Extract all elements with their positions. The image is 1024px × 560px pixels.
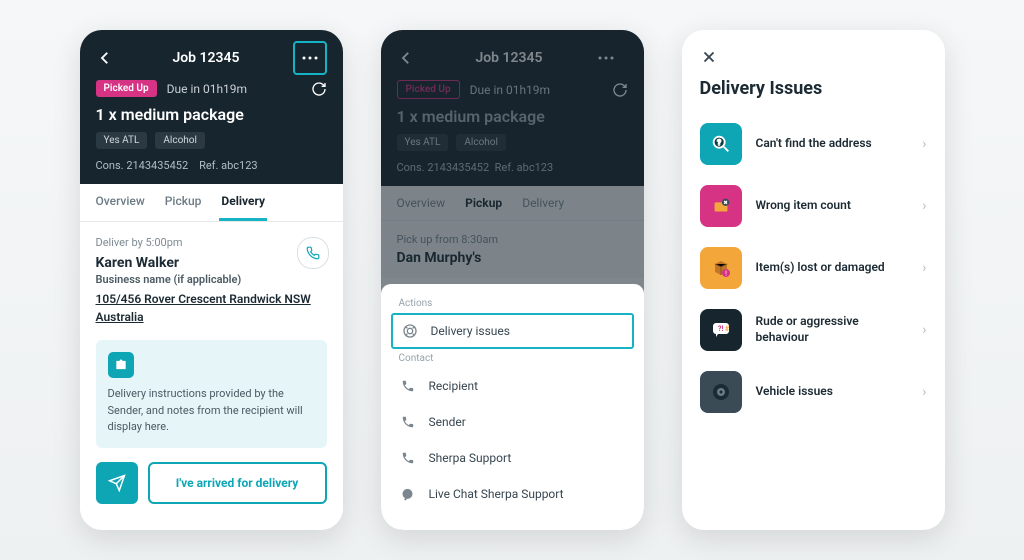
delivery-address[interactable]: 105/456 Rover Crescent Randwick NSW Aust… [96, 290, 327, 326]
sheet-item-sender[interactable]: Sender [381, 404, 644, 440]
business-name: Business name (if applicable) [96, 273, 327, 286]
box-x-icon [700, 185, 742, 227]
navigate-button[interactable] [96, 462, 138, 504]
phone-icon [399, 449, 417, 467]
close-button[interactable] [700, 48, 927, 66]
svg-text:#: # [725, 325, 730, 333]
sheet-item-live-chat[interactable]: Live Chat Sherpa Support [381, 476, 644, 512]
chevron-right-icon: › [922, 260, 926, 276]
issue-wrong-item-count[interactable]: Wrong item count › [696, 175, 931, 237]
svg-text:?: ? [717, 138, 721, 147]
chevron-right-icon: › [922, 384, 926, 400]
tab-overview[interactable]: Overview [94, 184, 147, 221]
issue-lost-damaged[interactable]: ! Item(s) lost or damaged › [696, 237, 931, 299]
chevron-right-icon: › [922, 136, 926, 152]
tire-icon [700, 371, 742, 413]
phone-job-detail: Job 12345 Picked Up Due in 01h19m 1 x me… [80, 30, 343, 530]
sheet-contact-header: Contact [381, 349, 644, 368]
search-pin-icon: ? [700, 123, 742, 165]
tabs: Overview Pickup Delivery [80, 184, 343, 222]
page-title: Delivery Issues [700, 78, 927, 99]
phone-icon [399, 377, 417, 395]
tab-delivery[interactable]: Delivery [219, 184, 267, 221]
tag-alcohol: Alcohol [155, 132, 205, 149]
issue-cant-find-address[interactable]: ? Can't find the address › [696, 113, 931, 175]
issue-vehicle[interactable]: Vehicle issues › [696, 361, 931, 423]
chevron-right-icon: › [922, 322, 926, 338]
package-alert-icon: ! [700, 247, 742, 289]
phone-icon [399, 413, 417, 431]
phone-actions-sheet: Job 12345 Picked Up Due in 01h19m 1 x me… [381, 30, 644, 530]
svg-text:?!: ?! [718, 325, 723, 333]
svg-text:!: ! [725, 270, 727, 278]
sheet-item-recipient[interactable]: Recipient [381, 368, 644, 404]
tag-atl: Yes ATL [96, 132, 148, 149]
speech-warn-icon: ?!# [700, 309, 742, 351]
arrived-button[interactable]: I've arrived for delivery [148, 462, 327, 504]
page-title: Job 12345 [120, 50, 293, 66]
status-badge: Picked Up [96, 80, 157, 97]
action-sheet: Actions Delivery issues Contact Recipien… [381, 284, 644, 530]
sheet-item-sherpa-support[interactable]: Sherpa Support [381, 440, 644, 476]
refresh-button[interactable] [311, 81, 327, 97]
refresh-icon [311, 81, 327, 97]
job-ref: Ref. abc123 [199, 159, 258, 172]
lifebuoy-icon [401, 322, 419, 340]
sheet-item-delivery-issues[interactable]: Delivery issues [391, 313, 634, 349]
tab-pickup[interactable]: Pickup [163, 184, 204, 221]
recipient-name: Karen Walker [96, 255, 327, 271]
due-text: Due in 01h19m [167, 82, 247, 96]
chat-icon [399, 485, 417, 503]
close-icon [700, 48, 718, 66]
delivery-notes: Delivery instructions provided by the Se… [96, 340, 327, 448]
package-line: 1 x medium package [96, 105, 327, 124]
note-icon [108, 352, 134, 378]
sheet-actions-header: Actions [381, 294, 644, 313]
deliver-by-label: Deliver by 5:00pm [96, 236, 327, 249]
more-icon [302, 56, 318, 60]
consignment-ref: Cons. 2143435452 [96, 159, 189, 172]
send-icon [108, 474, 126, 492]
chevron-right-icon: › [922, 198, 926, 214]
phone-delivery-issues: Delivery Issues ? Can't find the address… [682, 30, 945, 530]
issue-rude-behaviour[interactable]: ?!# Rude or aggressive behaviour › [696, 299, 931, 361]
phone-icon [306, 246, 320, 260]
back-button[interactable] [96, 49, 120, 67]
more-menu-button[interactable] [293, 41, 327, 75]
call-recipient-button[interactable] [297, 237, 329, 269]
